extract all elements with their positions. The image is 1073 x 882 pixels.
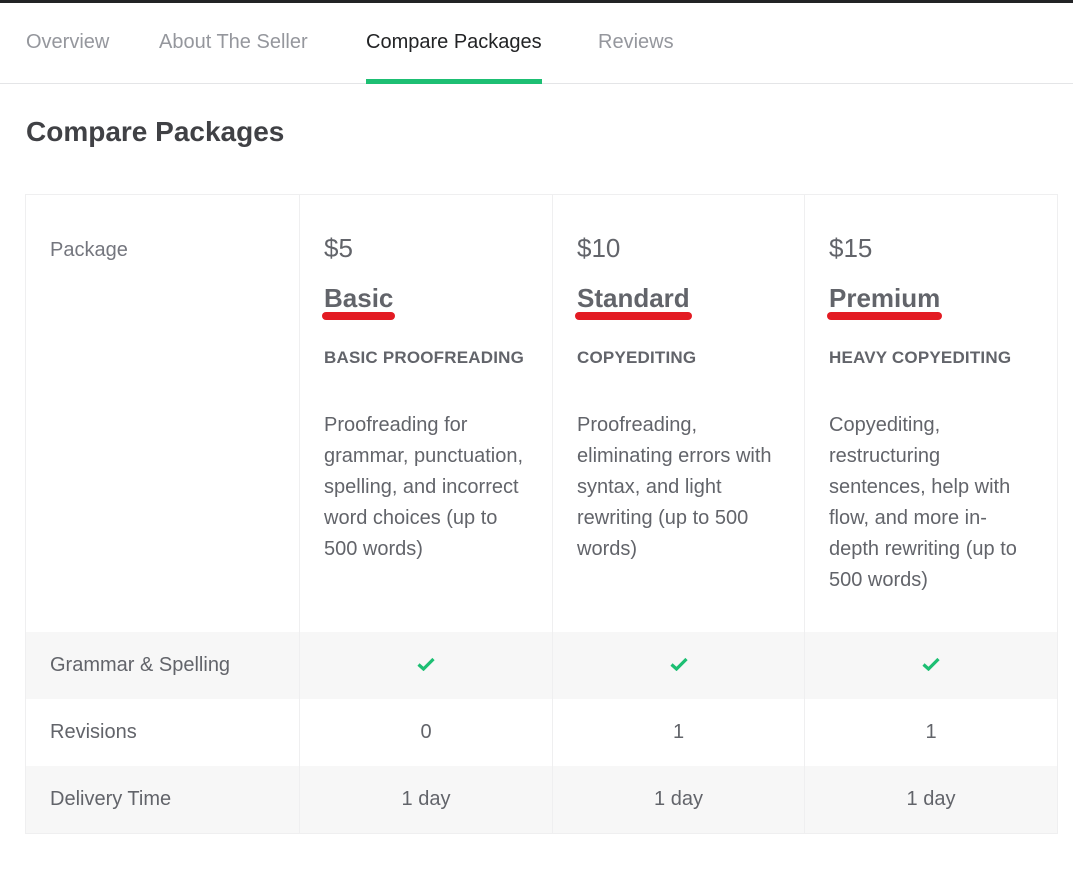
section-tabs: Overview About The Seller Compare Packag… <box>0 3 1073 84</box>
package-name: Basic <box>322 283 396 320</box>
page-title: Compare Packages <box>26 116 285 147</box>
package-price: $15 <box>829 233 873 263</box>
package-description: Copyediting, restructuring sentences, he… <box>829 414 1017 591</box>
package-name-text: Standard <box>577 283 690 313</box>
feature-row-grammar-spelling: Grammar & Spelling <box>25 632 1058 699</box>
check-icon <box>417 657 435 671</box>
package-title: BASIC PROOFREADING <box>324 348 525 367</box>
package-name-text: Basic <box>324 283 394 313</box>
red-underline-annotation <box>575 312 692 320</box>
check-icon <box>669 657 688 671</box>
red-underline-annotation <box>827 312 943 320</box>
tab-compare-packages[interactable]: Compare Packages <box>366 3 542 84</box>
feature-value: 1 day <box>552 766 805 833</box>
compare-packages-table: Package $5 Basic BASIC PROOFREADING Proo… <box>25 194 1058 834</box>
package-row: Package $5 Basic BASIC PROOFREADING Proo… <box>25 194 1058 632</box>
feature-value <box>299 632 553 699</box>
package-title: HEAVY COPYEDITING <box>829 348 1012 367</box>
package-label: Package <box>50 239 128 261</box>
package-price: $10 <box>577 233 621 263</box>
package-standard: $10 Standard COPYEDITING Proofreading, e… <box>552 194 805 632</box>
feature-value: 1 day <box>804 766 1058 833</box>
feature-value <box>552 632 805 699</box>
package-name-text: Premium <box>829 283 941 313</box>
feature-value <box>804 632 1058 699</box>
package-title: COPYEDITING <box>577 348 697 367</box>
package-description: Proofreading, eliminating errors with sy… <box>577 414 772 560</box>
feature-row-revisions: Revisions 0 1 1 <box>25 699 1058 766</box>
package-name: Premium <box>827 283 943 320</box>
feature-value: 1 <box>804 699 1058 766</box>
tab-reviews[interactable]: Reviews <box>598 3 674 83</box>
feature-label: Grammar & Spelling <box>25 632 300 699</box>
package-label-cell: Package <box>25 194 300 632</box>
tab-about-the-seller[interactable]: About The Seller <box>159 3 308 83</box>
feature-label: Revisions <box>25 699 300 766</box>
package-price: $5 <box>324 233 353 263</box>
package-name: Standard <box>575 283 692 320</box>
feature-value: 1 day <box>299 766 553 833</box>
package-description: Proofreading for grammar, punctuation, s… <box>324 414 523 560</box>
feature-value: 0 <box>299 699 553 766</box>
tab-overview[interactable]: Overview <box>26 3 109 83</box>
check-icon <box>922 657 940 671</box>
package-basic: $5 Basic BASIC PROOFREADING Proofreading… <box>299 194 553 632</box>
red-underline-annotation <box>322 312 396 320</box>
feature-label: Delivery Time <box>25 766 300 833</box>
feature-row-delivery-time: Delivery Time 1 day 1 day 1 day <box>25 766 1058 833</box>
feature-value: 1 <box>552 699 805 766</box>
package-premium: $15 Premium HEAVY COPYEDITING Copyeditin… <box>804 194 1058 632</box>
